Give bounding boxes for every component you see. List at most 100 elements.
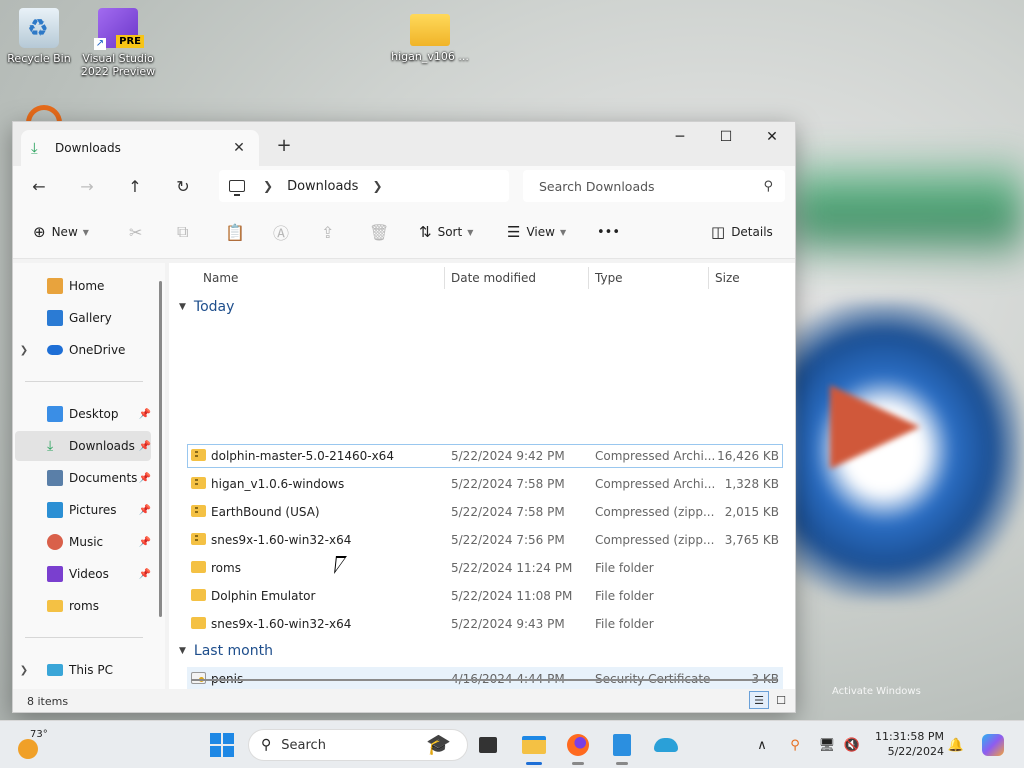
column-header-date[interactable]: Date modified [451, 263, 536, 293]
tab-downloads[interactable]: ⤓ Downloads ✕ [21, 130, 259, 166]
chevron-down-icon: ▼ [467, 227, 474, 237]
sort-button[interactable]: ⇅ Sort ▼ [419, 206, 473, 258]
more-options-button[interactable]: ••• [597, 206, 620, 258]
sidebar-item-videos[interactable]: Videos 📌 [15, 559, 151, 589]
taskbar-file-explorer[interactable] [518, 729, 550, 765]
column-header-size[interactable]: Size [715, 263, 740, 293]
sidebar-scrollbar[interactable] [159, 281, 162, 617]
close-button[interactable]: ✕ [749, 122, 795, 152]
chevron-right-icon[interactable]: ❯ [15, 665, 33, 676]
maximize-button[interactable]: ☐ [703, 122, 749, 152]
sidebar-item-label: Videos [69, 567, 109, 581]
notification-bell-icon[interactable]: 🔔 [946, 729, 966, 761]
wallpaper-play-icon [830, 385, 920, 469]
copy-button[interactable]: ⧉ [177, 206, 188, 258]
file-type: File folder [595, 589, 654, 603]
sidebar-item-downloads[interactable]: ⤓ Downloads 📌 [15, 431, 151, 461]
share-button[interactable]: ⇪ [321, 206, 334, 258]
sidebar-item-home[interactable]: Home [15, 271, 151, 301]
refresh-button[interactable]: ↻ [159, 170, 207, 202]
table-row[interactable]: dolphin-master-5.0-21460-x64 5/22/2024 9… [187, 444, 783, 468]
new-tab-button[interactable]: + [271, 134, 297, 160]
network-icon[interactable]: 🖥 [816, 729, 838, 761]
show-hidden-icons-button[interactable]: ∧ [752, 729, 772, 761]
system-clock[interactable]: 11:31:58 PM 5/22/2024 [868, 729, 944, 759]
view-button[interactable]: ☰ View ▼ [507, 206, 566, 258]
start-button[interactable] [210, 733, 234, 757]
minimize-button[interactable]: ─ [657, 122, 703, 152]
address-bar[interactable]: ❯ Downloads ❯ [219, 170, 509, 202]
sidebar-item-music[interactable]: Music 📌 [15, 527, 151, 557]
copilot-icon[interactable] [980, 729, 1006, 761]
chevron-down-icon: ▼ [179, 646, 186, 656]
table-row[interactable]: roms 5/22/2024 11:24 PM File folder [187, 556, 783, 580]
column-separator[interactable] [708, 267, 709, 289]
group-header-last-month[interactable]: ▼ Last month [179, 643, 273, 659]
close-tab-icon[interactable]: ✕ [229, 140, 249, 156]
graduation-cap-icon: 🎓 [426, 732, 451, 756]
paste-button[interactable]: 📋 [225, 206, 245, 258]
sidebar-item-onedrive[interactable]: ❯ OneDrive [15, 335, 151, 365]
column-header-type[interactable]: Type [595, 263, 623, 293]
taskbar-task-view[interactable] [472, 729, 504, 761]
sidebar-item-roms[interactable]: roms [15, 591, 151, 621]
videos-icon [47, 566, 63, 582]
volume-muted-icon[interactable]: 🔇 [842, 729, 862, 761]
taskbar-notepad[interactable] [606, 729, 638, 765]
folder-icon [191, 617, 206, 629]
back-button[interactable]: ← [15, 170, 63, 202]
pin-icon[interactable]: 📌 [139, 505, 151, 516]
desktop-icon-higan-folder[interactable]: higan_v106 ... [388, 8, 472, 63]
tiles-view-icon[interactable]: ☐ [771, 691, 791, 709]
weather-widget[interactable]: 73° [18, 729, 58, 761]
taskbar-search[interactable]: ⚲ Search 🎓 [248, 729, 468, 761]
chevron-right-icon[interactable]: ❯ [372, 179, 382, 193]
chevron-right-icon[interactable]: ❯ [15, 345, 33, 356]
up-button[interactable]: ↑ [111, 170, 159, 202]
column-separator[interactable] [588, 267, 589, 289]
table-row[interactable]: Dolphin Emulator 5/22/2024 11:08 PM File… [187, 584, 783, 608]
breadcrumb-downloads[interactable]: Downloads [287, 179, 358, 194]
search-input[interactable] [537, 177, 764, 195]
table-row[interactable]: higan_v1.0.6-windows 5/22/2024 7:58 PM C… [187, 472, 783, 496]
sidebar-item-documents[interactable]: Documents 📌 [15, 463, 151, 493]
file-date: 5/22/2024 9:42 PM [451, 449, 565, 463]
taskbar-dolphin[interactable] [650, 729, 682, 761]
sidebar-item-desktop[interactable]: Desktop 📌 [15, 399, 151, 429]
pin-icon[interactable]: 📌 [139, 409, 151, 420]
sidebar-item-label: Pictures [69, 503, 117, 517]
app-tray-icon[interactable]: ⚲ [784, 729, 806, 761]
column-header-name[interactable]: Name [203, 263, 238, 293]
horizontal-scrollbar[interactable] [191, 679, 777, 681]
sidebar-item-pictures[interactable]: Pictures 📌 [15, 495, 151, 525]
forward-button[interactable]: → [63, 170, 111, 202]
pin-icon[interactable]: 📌 [139, 537, 151, 548]
chevron-right-icon[interactable]: ❯ [263, 179, 273, 193]
table-row[interactable]: snes9x-1.60-win32-x64 5/22/2024 9:43 PM … [187, 612, 783, 636]
delete-button[interactable]: 🗑 [369, 206, 389, 258]
new-button[interactable]: ⊕ New ▼ [33, 206, 89, 258]
cut-button[interactable]: ✂ [129, 206, 142, 258]
details-view-icon[interactable]: ☰ [749, 691, 769, 709]
column-separator[interactable] [444, 267, 445, 289]
pin-icon[interactable]: 📌 [139, 441, 151, 452]
pin-icon[interactable]: 📌 [139, 473, 151, 484]
search-icon[interactable]: ⚲ [763, 179, 773, 194]
table-row[interactable]: EarthBound (USA) 5/22/2024 7:58 PM Compr… [187, 500, 783, 524]
file-size: 1,328 KB [724, 477, 779, 491]
rename-button[interactable]: Ⓐ [273, 206, 289, 258]
desktop-icon-recycle-bin[interactable]: Recycle Bin [0, 8, 81, 65]
sidebar-item-gallery[interactable]: Gallery [15, 303, 151, 333]
group-header-today[interactable]: ▼ Today [179, 299, 234, 315]
table-row[interactable]: snes9x-1.60-win32-x64 5/22/2024 7:56 PM … [187, 528, 783, 552]
taskbar-firefox[interactable] [562, 729, 594, 765]
sidebar-item-this-pc[interactable]: ❯ This PC [15, 655, 151, 685]
pin-icon[interactable]: 📌 [139, 569, 151, 580]
desktop-icon-visual-studio[interactable]: PRE ↗ Visual Studio 2022 Preview [76, 8, 160, 78]
recycle-bin-icon [19, 8, 59, 48]
rename-icon: Ⓐ [273, 224, 290, 243]
details-pane-button[interactable]: ◫ Details [711, 206, 773, 258]
search-box[interactable]: ⚲ [523, 170, 785, 202]
file-type: Compressed (zipp... [595, 505, 715, 519]
zip-folder-icon [191, 533, 206, 545]
